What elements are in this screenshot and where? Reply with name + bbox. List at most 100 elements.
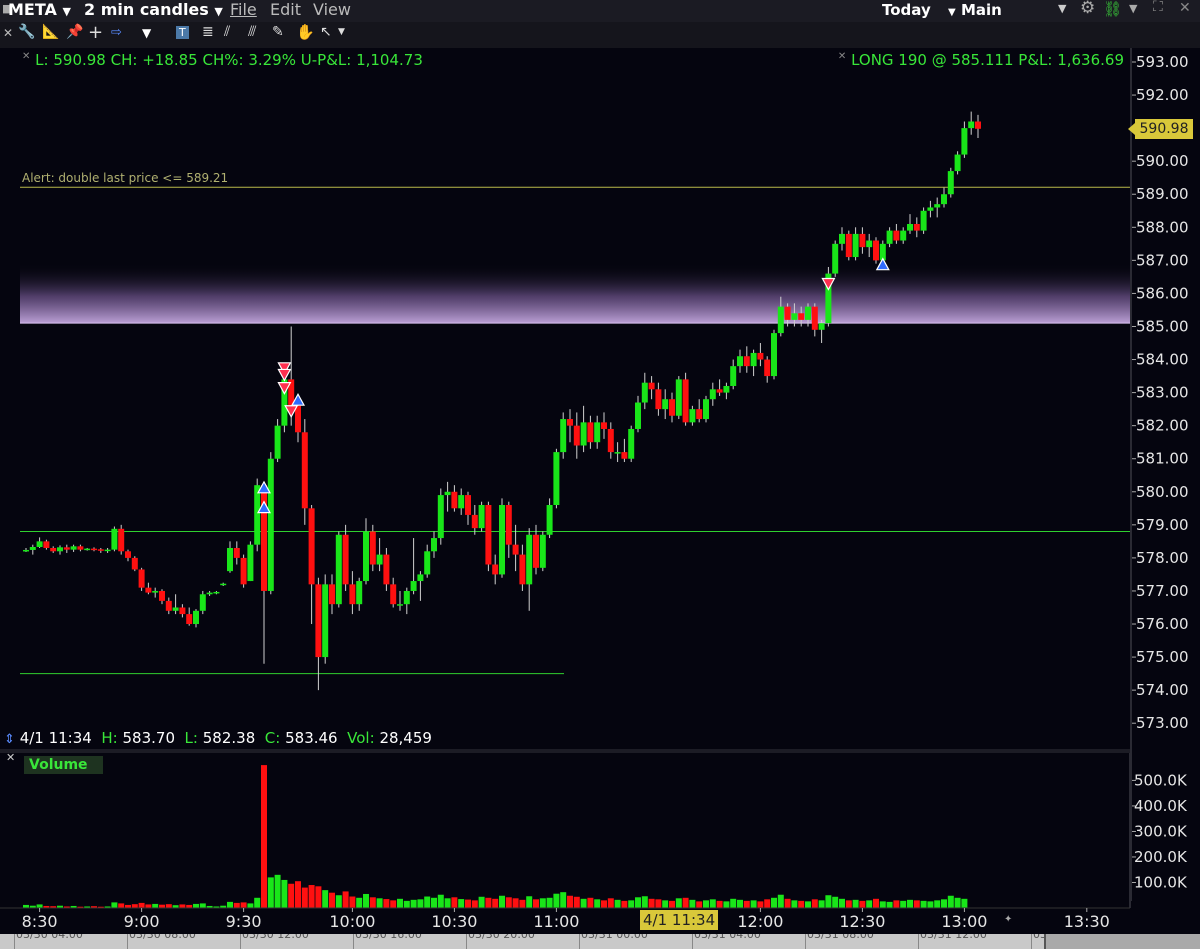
- symbol-selector[interactable]: META ▼: [8, 0, 71, 19]
- volume-bar: [152, 903, 159, 908]
- volume-bar: [737, 899, 743, 908]
- candle-body: [709, 389, 716, 400]
- candle: [546, 498, 553, 539]
- volume-bar: [594, 899, 601, 908]
- scroll-right-icon[interactable]: ✦: [1004, 914, 1012, 925]
- resize-arrows-icon[interactable]: ⇕: [4, 732, 15, 747]
- chevron-down-icon[interactable]: ▼: [1129, 2, 1137, 15]
- wrench-icon[interactable]: 🔧: [18, 24, 35, 40]
- candle: [567, 409, 573, 443]
- volume-bar: [669, 900, 675, 908]
- candle-body: [886, 230, 893, 244]
- menu-file[interactable]: File: [230, 0, 257, 19]
- close-small-icon[interactable]: ✕: [3, 26, 13, 40]
- candle-body: [376, 554, 383, 565]
- candle: [172, 594, 179, 615]
- pin-icon[interactable]: 📌: [66, 24, 83, 40]
- volume-bar: [437, 894, 444, 908]
- close-small-icon[interactable]: ✕: [6, 751, 15, 764]
- candle: [845, 230, 852, 261]
- cursor-icon[interactable]: ↖: [320, 24, 332, 40]
- candle: [227, 541, 233, 573]
- candle: [771, 329, 777, 380]
- volume-panel-title: Volume: [24, 756, 103, 774]
- volume-bar: [934, 900, 941, 908]
- hand-icon[interactable]: ✋: [296, 23, 315, 41]
- candle: [458, 488, 465, 515]
- price-tick-label: 588.00: [1136, 218, 1189, 236]
- close-icon[interactable]: ✕: [1179, 0, 1191, 16]
- candle: [743, 346, 750, 373]
- volume-bar: [560, 892, 567, 908]
- date-navigator[interactable]: 03/30 04:00 03/30 08:00 03/30 12:00 03/30 1…: [0, 934, 1200, 949]
- candle: [614, 442, 621, 463]
- menu-edit[interactable]: Edit: [270, 0, 301, 19]
- triangle-down-icon[interactable]: ▼: [142, 26, 151, 40]
- panel-divider[interactable]: [0, 749, 1130, 753]
- pencil-icon[interactable]: ✎: [272, 24, 284, 40]
- volume-bar: [852, 899, 859, 908]
- candle-body: [607, 428, 614, 453]
- candle: [737, 349, 743, 373]
- candle: [580, 405, 587, 453]
- link-icon[interactable]: ⛓: [1103, 0, 1122, 18]
- close-small-icon[interactable]: ✕: [838, 51, 846, 62]
- candle-body: [247, 544, 254, 582]
- candle-body: [342, 534, 349, 585]
- candle: [947, 167, 954, 198]
- candle-body: [505, 505, 512, 545]
- annotation-icon[interactable]: ⫽: [224, 24, 230, 40]
- close-small-icon[interactable]: ✕: [22, 51, 30, 62]
- candle-body: [682, 379, 689, 423]
- range-selector[interactable]: Today: [882, 1, 931, 19]
- volume-bar: [913, 900, 920, 908]
- volume-bar: [322, 890, 329, 908]
- candle: [159, 589, 165, 605]
- fib-icon[interactable]: ≣: [202, 24, 214, 40]
- candle-body: [730, 366, 737, 386]
- date-strip-viewport[interactable]: [1044, 934, 1200, 949]
- volume-bar: [750, 900, 757, 908]
- candle-body: [70, 546, 77, 550]
- menu-view[interactable]: View: [313, 0, 351, 19]
- candle-body: [301, 432, 308, 509]
- lines-icon[interactable]: ⫻: [248, 24, 256, 40]
- interval-selector[interactable]: 2 min candles ▼: [84, 0, 223, 19]
- layout-selector[interactable]: ▼ Main: [948, 1, 1002, 19]
- candle-body: [152, 590, 159, 593]
- volume-bar: [703, 900, 709, 908]
- candle: [213, 590, 220, 595]
- candle: [499, 498, 505, 578]
- candle-body: [805, 306, 811, 320]
- sell-marker[interactable]: [277, 368, 292, 382]
- chevron-down-icon[interactable]: ▼: [338, 27, 345, 37]
- volume-bar: [145, 904, 152, 908]
- candle-body: [954, 154, 961, 172]
- candle-body: [784, 306, 791, 320]
- candle-body: [723, 385, 730, 393]
- price-tick-label: 575.00: [1136, 648, 1189, 666]
- volume-bar: [689, 899, 696, 908]
- layout-dropdown-icon[interactable]: ▼: [1058, 2, 1066, 15]
- candle-body: [274, 425, 281, 459]
- date-strip-label: 03/30 20:00: [468, 934, 535, 941]
- chart-area[interactable]: 593.00592.00591.00590.00589.00588.00587.…: [0, 48, 1200, 949]
- time-tick-label: 12:30: [839, 912, 885, 931]
- crosshair-icon[interactable]: +: [88, 22, 103, 43]
- candle: [601, 412, 607, 439]
- arrow-right-icon[interactable]: ⇨: [111, 25, 122, 40]
- candle-body: [764, 359, 771, 377]
- text-icon[interactable]: T: [176, 26, 189, 39]
- candle-body: [397, 604, 403, 606]
- candle-body: [567, 419, 573, 426]
- volume-bar: [329, 892, 335, 908]
- gear-icon[interactable]: ⚙: [1080, 0, 1095, 18]
- candle: [641, 372, 648, 410]
- candle-body: [907, 223, 913, 231]
- volume-bar: [784, 898, 791, 908]
- candle: [23, 547, 29, 552]
- expand-icon[interactable]: ⛶: [1153, 0, 1163, 15]
- ruler-icon[interactable]: 📐: [42, 24, 59, 40]
- title-bar: ■ META ▼ 2 min candles ▼ File Edit View …: [0, 0, 1200, 22]
- alert-label[interactable]: Alert: double last price <= 589.21: [22, 171, 228, 185]
